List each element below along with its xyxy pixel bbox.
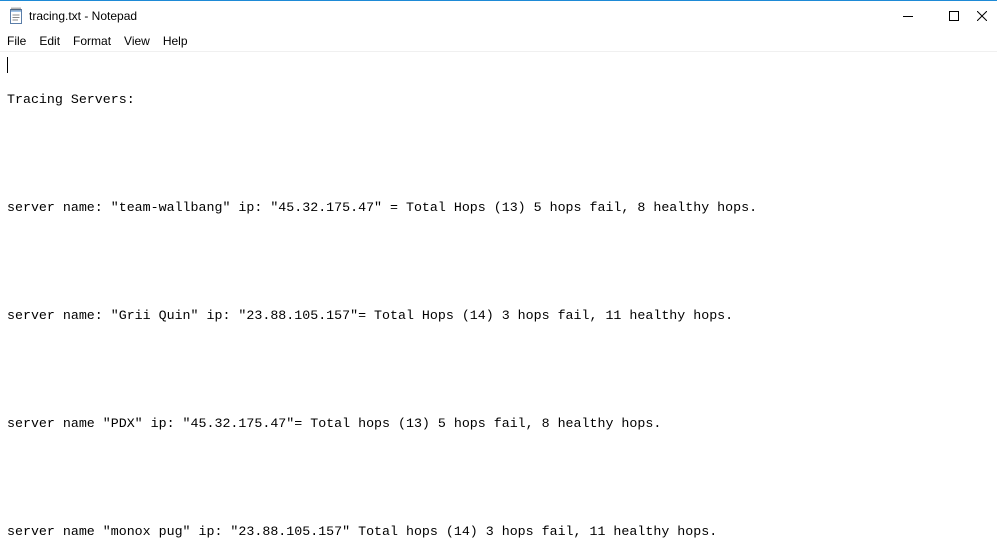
text-line: Tracing Servers: — [7, 92, 135, 107]
text-line: server name: "Grii Quin" ip: "23.88.105.… — [7, 308, 734, 323]
document-text[interactable]: Tracing Servers: server name: "team-wall… — [7, 55, 757, 557]
text-line — [7, 361, 757, 379]
text-editor[interactable]: Tracing Servers: server name: "team-wall… — [0, 52, 997, 557]
minimize-button[interactable] — [885, 1, 931, 31]
notepad-icon[interactable] — [9, 7, 23, 24]
maximize-button[interactable] — [931, 1, 977, 31]
menu-bar: File Edit Format View Help — [0, 32, 997, 51]
text-line — [7, 253, 757, 271]
window-title: tracing.txt - Notepad — [29, 9, 138, 23]
maximize-icon — [949, 11, 959, 21]
close-button[interactable] — [977, 1, 997, 31]
text-line: server name: "team-wallbang" ip: "45.32.… — [7, 200, 758, 215]
notepad-window: tracing.txt - Notepad File Edit Format V… — [0, 0, 997, 557]
menu-format[interactable]: Format — [66, 32, 117, 51]
menu-file[interactable]: File — [0, 32, 32, 51]
title-bar[interactable]: tracing.txt - Notepad — [0, 1, 997, 31]
minimize-icon — [903, 16, 913, 17]
close-icon — [977, 11, 987, 21]
menu-view[interactable]: View — [117, 32, 156, 51]
text-line: server name "monox pug" ip: "23.88.105.1… — [7, 524, 718, 539]
menu-help[interactable]: Help — [156, 32, 194, 51]
text-line — [7, 469, 757, 487]
text-caret — [7, 57, 8, 73]
menu-edit[interactable]: Edit — [32, 32, 66, 51]
text-line — [7, 145, 757, 163]
text-line: server name "PDX" ip: "45.32.175.47"= To… — [7, 416, 662, 431]
